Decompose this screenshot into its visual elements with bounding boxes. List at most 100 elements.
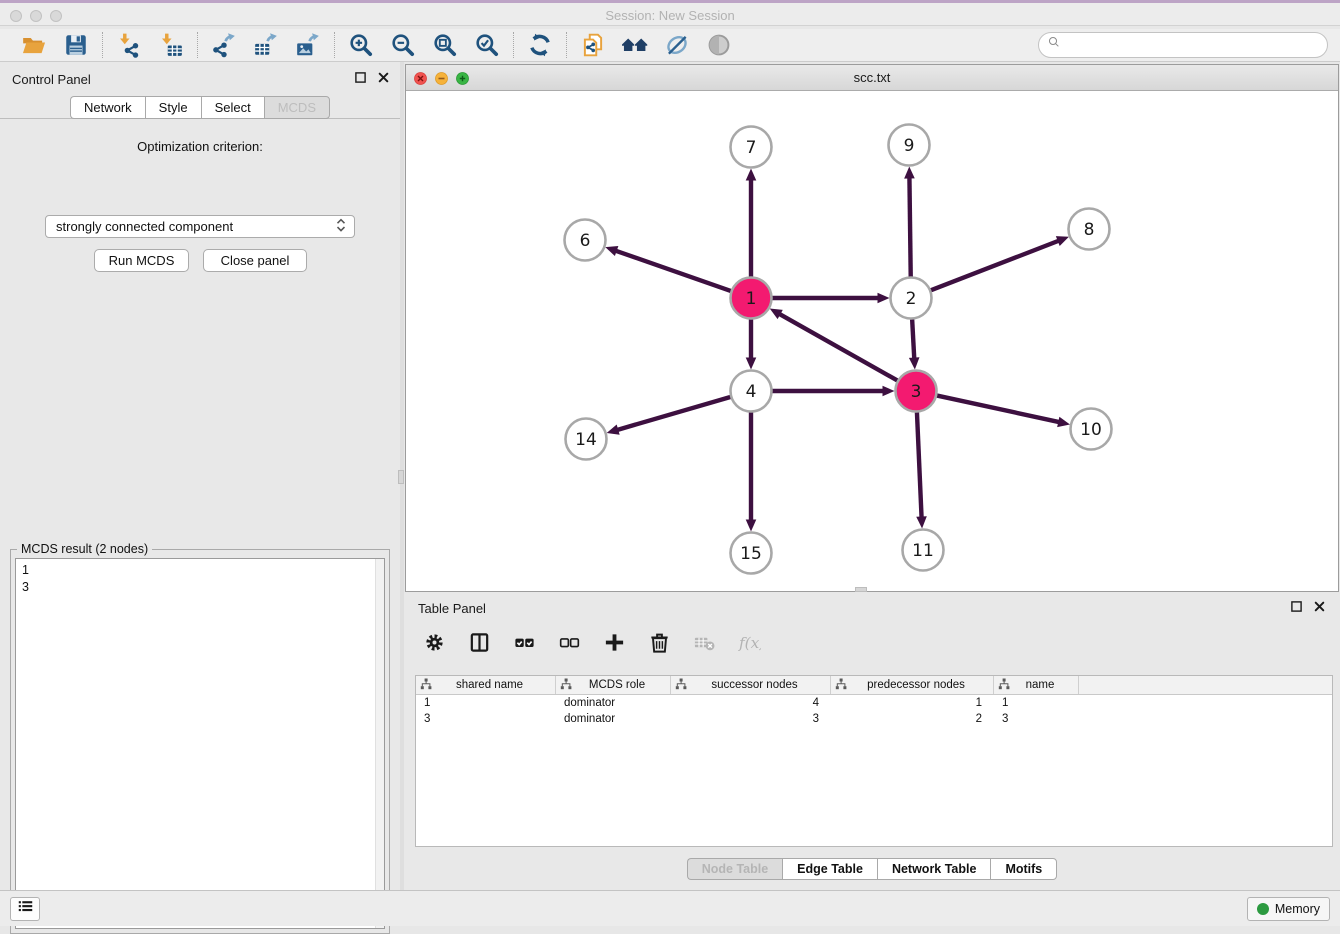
main-toolbar <box>0 29 1340 62</box>
search-input[interactable] <box>1063 35 1327 55</box>
open-folder-icon[interactable] <box>20 31 48 59</box>
toolbar-group <box>335 31 513 59</box>
criterion-value: strongly connected component <box>56 219 233 234</box>
brush-slash-icon[interactable] <box>663 31 691 59</box>
columns-icon[interactable] <box>465 628 493 656</box>
table-row[interactable]: 3dominator323 <box>416 711 1332 727</box>
column-header-shared-name[interactable]: shared name <box>416 676 556 694</box>
graph-node-3[interactable]: 3 <box>896 371 937 412</box>
refresh-icon[interactable] <box>526 31 554 59</box>
graph-node-11[interactable]: 11 <box>903 530 944 571</box>
tab-style[interactable]: Style <box>145 96 201 119</box>
check-all-icon[interactable] <box>510 628 538 656</box>
graph-node-8[interactable]: 8 <box>1069 209 1110 250</box>
graph-edge-4-15[interactable] <box>746 413 757 532</box>
graph-node-4[interactable]: 4 <box>731 371 772 412</box>
float-panel-icon[interactable] <box>354 71 367 89</box>
export-network-icon[interactable] <box>210 31 238 59</box>
graph-node-10[interactable]: 10 <box>1071 409 1112 450</box>
close-table-panel-icon[interactable] <box>1313 600 1326 618</box>
svg-text:15: 15 <box>740 544 762 564</box>
graph-node-2[interactable]: 2 <box>891 278 932 319</box>
graph-edge-1-2[interactable] <box>773 293 890 304</box>
graph-edge-3-11[interactable] <box>916 412 927 528</box>
table-cell: 1 <box>994 697 1079 709</box>
save-icon[interactable] <box>62 31 90 59</box>
graph-node-6[interactable]: 6 <box>565 220 606 261</box>
run-mcds-button[interactable]: Run MCDS <box>94 249 189 272</box>
table-cell: dominator <box>556 713 671 725</box>
column-header-successor-nodes[interactable]: successor nodes <box>671 676 831 694</box>
graph-node-15[interactable]: 15 <box>731 533 772 574</box>
graph-edge-3-10[interactable] <box>937 396 1070 428</box>
zoom-out-icon[interactable] <box>389 31 417 59</box>
clone-document-icon[interactable] <box>579 31 607 59</box>
graph-edge-3-1[interactable] <box>770 309 898 381</box>
hierarchy-icon <box>831 678 847 693</box>
column-header-predecessor-nodes[interactable]: predecessor nodes <box>831 676 994 694</box>
control-panel-body: Optimization criterion: strongly connect… <box>0 118 400 890</box>
export-image-icon[interactable] <box>294 31 322 59</box>
import-table-icon[interactable] <box>157 31 185 59</box>
session-title: Session: New Session <box>0 8 1340 23</box>
trash-icon[interactable] <box>645 628 673 656</box>
tab-network[interactable]: Network <box>70 96 145 119</box>
status-bar: Memory <box>0 890 1340 926</box>
column-header-name[interactable]: name <box>994 676 1079 694</box>
graph-edge-1-6[interactable] <box>605 246 730 291</box>
task-list-button[interactable] <box>10 897 40 921</box>
home-pair-icon[interactable] <box>621 31 649 59</box>
graph-edge-2-3[interactable] <box>909 319 920 369</box>
graph-node-9[interactable]: 9 <box>889 125 930 166</box>
graph-node-7[interactable]: 7 <box>731 127 772 168</box>
table-tab-edge-table[interactable]: Edge Table <box>782 858 877 880</box>
graph-edge-1-4[interactable] <box>746 320 757 370</box>
svg-text:14: 14 <box>575 430 597 450</box>
table-cell: 1 <box>416 697 556 709</box>
eye-icon[interactable] <box>705 31 733 59</box>
table-cell: 3 <box>671 713 831 725</box>
zoom-in-icon[interactable] <box>347 31 375 59</box>
close-panel-button[interactable]: Close panel <box>203 249 307 272</box>
graph-edge-1-7[interactable] <box>746 169 757 277</box>
float-table-panel-icon[interactable] <box>1290 600 1303 618</box>
plus-icon[interactable] <box>600 628 628 656</box>
tab-select[interactable]: Select <box>201 96 264 119</box>
network-canvas[interactable]: 7 9 6 8 1 2 4 3 14 10 15 11 <box>406 91 1338 591</box>
graph-edge-4-14[interactable] <box>607 397 731 435</box>
criterion-select[interactable]: strongly connected component <box>45 215 355 238</box>
hierarchy-icon <box>416 678 432 693</box>
result-scrollbar[interactable] <box>375 559 384 928</box>
svg-text:1: 1 <box>746 289 757 309</box>
mcds-result-text[interactable]: 13 <box>15 558 385 929</box>
export-table-icon[interactable] <box>252 31 280 59</box>
table-row[interactable]: 1dominator411 <box>416 695 1332 711</box>
zoom-fit-icon[interactable] <box>431 31 459 59</box>
gear-icon[interactable] <box>420 628 448 656</box>
application-window: Session: New Session Control Panel Netwo… <box>0 0 1340 926</box>
graph-node-1[interactable]: 1 <box>731 278 772 319</box>
graph-edge-2-9[interactable] <box>904 166 915 276</box>
zoom-selected-icon[interactable] <box>473 31 501 59</box>
memory-button[interactable]: Memory <box>1247 897 1330 921</box>
svg-text:11: 11 <box>912 541 934 561</box>
svg-text:10: 10 <box>1080 420 1102 440</box>
graph-node-14[interactable]: 14 <box>566 419 607 460</box>
close-panel-icon[interactable] <box>377 71 390 89</box>
svg-text:7: 7 <box>746 138 757 158</box>
table-tab-node-table[interactable]: Node Table <box>687 858 782 880</box>
uncheck-all-icon[interactable] <box>555 628 583 656</box>
search-field[interactable] <box>1038 32 1328 58</box>
import-network-icon[interactable] <box>115 31 143 59</box>
fx-icon: f(x) <box>735 628 763 656</box>
column-header-MCDS-role[interactable]: MCDS role <box>556 676 671 694</box>
graph-edge-2-8[interactable] <box>931 236 1069 290</box>
table-panel: Table Panel f(x) shared nameMCDS rolesuc… <box>404 592 1340 890</box>
table-tab-motifs[interactable]: Motifs <box>990 858 1057 880</box>
svg-text:f(x): f(x) <box>738 634 761 652</box>
graph-edge-4-3[interactable] <box>773 386 895 397</box>
splitter-handle[interactable] <box>398 470 404 484</box>
memory-status-icon <box>1257 903 1269 915</box>
tab-mcds[interactable]: MCDS <box>264 96 330 119</box>
table-tab-network-table[interactable]: Network Table <box>877 858 991 880</box>
